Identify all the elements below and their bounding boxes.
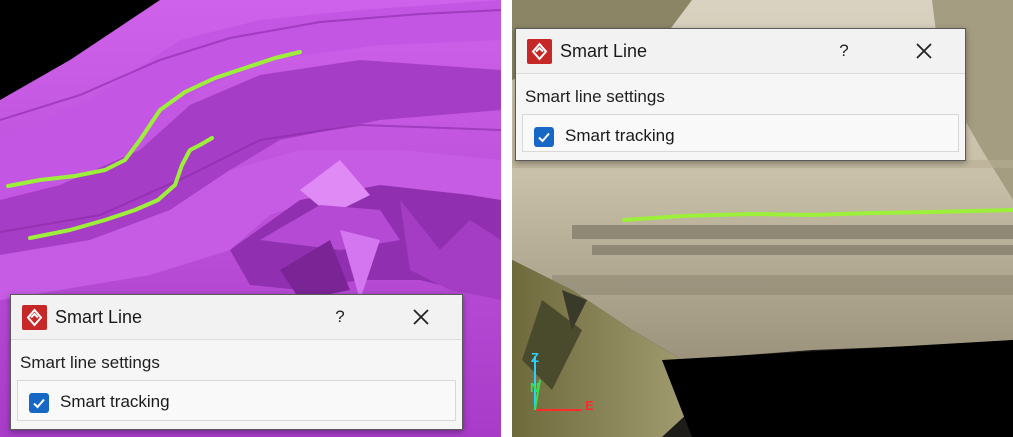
smart-tracking-checkbox[interactable]	[534, 127, 554, 147]
left-viewport-panel: Smart Line ? Smart line settings Smart t…	[0, 0, 501, 437]
section-label-smart-line-settings: Smart line settings	[20, 353, 160, 372]
smart-tracking-checkbox[interactable]	[29, 393, 49, 413]
checkmark-icon	[33, 398, 45, 409]
right-viewport-panel: Z N E Smart Line ? Smart line settings S…	[512, 0, 1013, 437]
smart-tracking-label[interactable]: Smart tracking	[565, 126, 675, 146]
smart-line-app-icon	[527, 39, 552, 64]
smart-line-app-icon	[22, 305, 47, 330]
checkmark-icon	[538, 132, 550, 143]
dialog-body: Smart line settings Smart tracking	[11, 340, 462, 429]
close-icon[interactable]	[406, 303, 436, 331]
smart-line-dialog: Smart Line ? Smart line settings Smart t…	[515, 28, 966, 161]
axis-label-z: Z	[531, 350, 539, 365]
dialog-title-bar[interactable]: Smart Line ?	[516, 29, 965, 74]
section-label-smart-line-settings: Smart line settings	[525, 87, 665, 106]
dialog-title: Smart Line	[55, 307, 143, 327]
dialog-title: Smart Line	[560, 41, 648, 61]
dialog-title-bar[interactable]: Smart Line ?	[11, 295, 462, 340]
smart-tracking-label[interactable]: Smart tracking	[60, 392, 170, 412]
dialog-body: Smart line settings Smart tracking	[516, 74, 965, 160]
axis-label-n: N	[530, 380, 539, 395]
help-button[interactable]: ?	[831, 38, 857, 64]
help-button[interactable]: ?	[327, 304, 353, 330]
close-icon[interactable]	[909, 37, 939, 65]
axis-label-e: E	[585, 398, 594, 413]
settings-group-box: Smart tracking	[17, 380, 456, 421]
settings-group-box: Smart tracking	[522, 114, 959, 152]
smart-line-dialog: Smart Line ? Smart line settings Smart t…	[10, 294, 463, 430]
